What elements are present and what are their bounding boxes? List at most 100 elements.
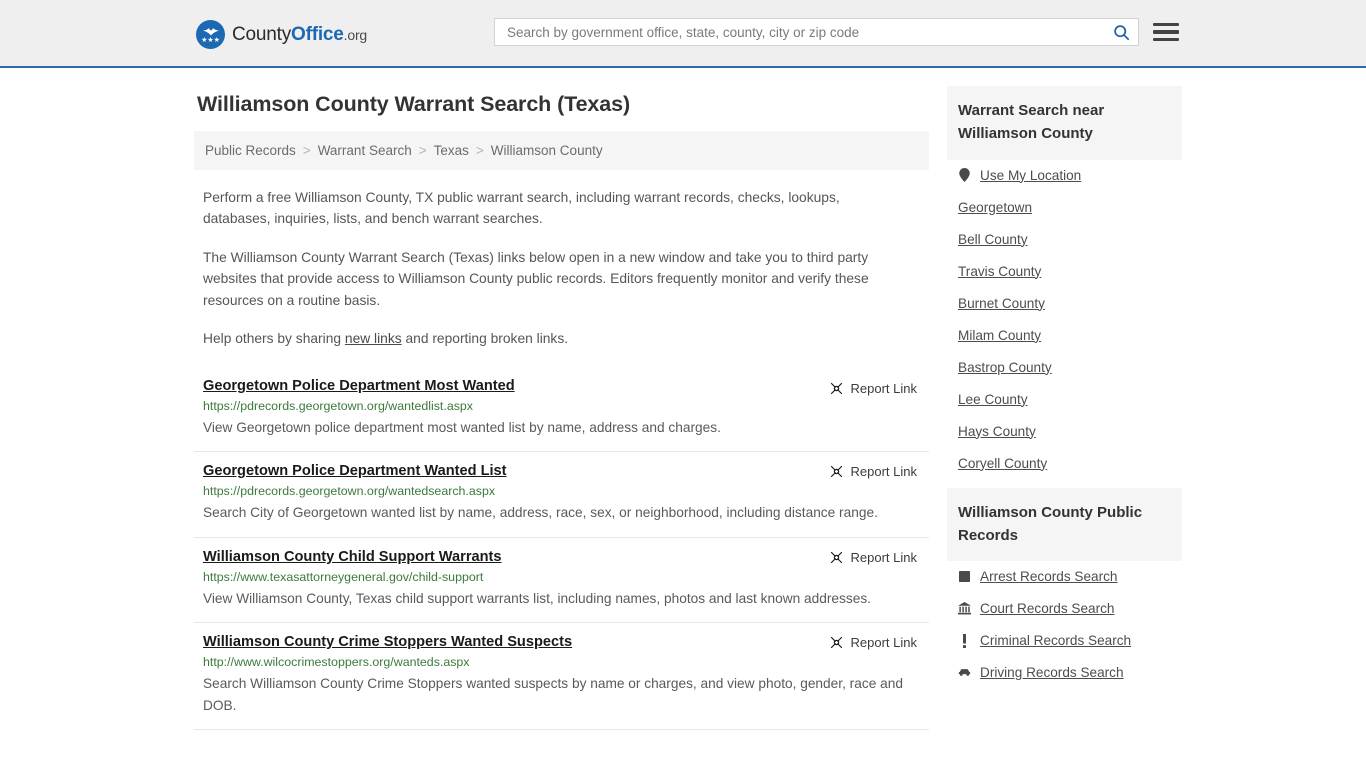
sidebar-item-bastrop-county[interactable]: Bastrop County bbox=[958, 360, 1182, 375]
public-records-card: Williamson County Public Records Arrest … bbox=[947, 487, 1182, 680]
hamburger-bar bbox=[1153, 37, 1179, 42]
result-item: Williamson County Child Support Warrants… bbox=[194, 538, 929, 623]
report-link-button[interactable]: Report Link bbox=[829, 381, 917, 396]
page-title: Williamson County Warrant Search (Texas) bbox=[197, 92, 631, 116]
sidebar-link-label[interactable]: Coryell County bbox=[958, 456, 1047, 471]
result-title-link[interactable]: Williamson County Crime Stoppers Wanted … bbox=[203, 634, 572, 650]
hamburger-bar bbox=[1153, 30, 1179, 34]
logo-text-org: .org bbox=[343, 26, 368, 43]
broken-link-icon bbox=[830, 636, 842, 648]
report-link-label: Report Link bbox=[850, 464, 917, 480]
search-input[interactable] bbox=[505, 23, 1110, 41]
sidebar-item-criminal-records-search[interactable]: Criminal Records Search bbox=[958, 633, 1182, 648]
result-url: https://pdrecords.georgetown.org/wantedl… bbox=[203, 399, 473, 414]
eagle-icon bbox=[202, 28, 219, 36]
nearby-warrant-search-card: Warrant Search near Williamson County Us… bbox=[947, 86, 1182, 471]
breadcrumb: Public Records > Warrant Search > Texas … bbox=[194, 131, 929, 170]
sidebar-item-georgetown[interactable]: Georgetown bbox=[958, 200, 1182, 215]
broken-link-icon bbox=[830, 383, 842, 395]
report-link-button[interactable]: Report Link bbox=[829, 635, 917, 650]
sidebar-item-coryell-county[interactable]: Coryell County bbox=[958, 456, 1182, 471]
sidebar-link-label[interactable]: Bell County bbox=[958, 232, 1028, 247]
result-description: View Georgetown police department most w… bbox=[203, 420, 721, 436]
breadcrumb-separator: > bbox=[418, 143, 427, 158]
exclamation-icon bbox=[958, 633, 971, 648]
sidebar-item-bell-county[interactable]: Bell County bbox=[958, 232, 1182, 247]
result-item: Georgetown Police Department Wanted List… bbox=[194, 452, 929, 538]
sidebar-link-label[interactable]: Arrest Records Search bbox=[980, 569, 1118, 584]
report-link-label: Report Link bbox=[850, 381, 917, 397]
sidebar-link-label[interactable]: Hays County bbox=[958, 424, 1036, 439]
intro-text: Perform a free Williamson County, TX pub… bbox=[194, 187, 929, 349]
sidebar-link-label[interactable]: Milam County bbox=[958, 328, 1041, 343]
sidebar-link-label[interactable]: Use My Location bbox=[980, 168, 1081, 183]
result-item: Georgetown Police Department Most Wanted… bbox=[194, 369, 929, 453]
breadcrumb-separator: > bbox=[475, 143, 484, 158]
sidebar-link-label[interactable]: Criminal Records Search bbox=[980, 633, 1131, 648]
result-url: https://pdrecords.georgetown.org/wanteds… bbox=[203, 484, 496, 499]
new-links-link[interactable]: new links bbox=[345, 331, 402, 346]
nearby-list: Use My Location Georgetown Bell County T… bbox=[947, 160, 1182, 471]
county-office-seal-icon: ★★★ bbox=[196, 20, 225, 49]
main-column: Williamson County Warrant Search (Texas)… bbox=[194, 68, 929, 731]
breadcrumb-item-warrant-search[interactable]: Warrant Search bbox=[318, 143, 412, 158]
sidebar-item-travis-county[interactable]: Travis County bbox=[958, 264, 1182, 279]
broken-link-icon bbox=[830, 551, 842, 563]
fingerprint-icon bbox=[958, 570, 971, 584]
map-pin-icon bbox=[958, 168, 971, 182]
result-description: Search City of Georgetown wanted list by… bbox=[203, 505, 878, 521]
sidebar-item-burnet-county[interactable]: Burnet County bbox=[958, 296, 1182, 311]
intro-paragraph-3: Help others by sharing new links and rep… bbox=[203, 328, 903, 349]
result-description: Search Williamson County Crime Stoppers … bbox=[203, 675, 903, 713]
intro-p3-after: and reporting broken links. bbox=[401, 330, 569, 346]
intro-paragraph-2: The Williamson County Warrant Search (Te… bbox=[203, 249, 869, 308]
sidebar-link-label[interactable]: Travis County bbox=[958, 264, 1041, 279]
sidebar-link-label[interactable]: Court Records Search bbox=[980, 601, 1114, 616]
sidebar-item-arrest-records-search[interactable]: Arrest Records Search bbox=[958, 569, 1182, 584]
stars-icon: ★★★ bbox=[201, 37, 220, 44]
report-link-label: Report Link bbox=[850, 634, 917, 650]
breadcrumb-item-public-records[interactable]: Public Records bbox=[205, 143, 296, 158]
public-records-heading: Williamson County Public Records bbox=[947, 487, 1182, 561]
logo-text-county: County bbox=[232, 23, 292, 45]
header-search-area bbox=[494, 18, 1179, 46]
sidebar-item-use-my-location[interactable]: Use My Location bbox=[958, 168, 1182, 183]
sidebar-item-milam-county[interactable]: Milam County bbox=[958, 328, 1182, 343]
sidebar-item-court-records-search[interactable]: Court Records Search bbox=[958, 601, 1182, 616]
results-list: Georgetown Police Department Most Wanted… bbox=[194, 369, 929, 731]
page-body: Williamson County Warrant Search (Texas)… bbox=[0, 68, 1366, 731]
public-records-list: Arrest Records Search Court Records Sear… bbox=[947, 561, 1182, 680]
sidebar-link-label[interactable]: Driving Records Search bbox=[980, 665, 1124, 680]
sidebar-item-hays-county[interactable]: Hays County bbox=[958, 424, 1182, 439]
sidebar-link-label[interactable]: Burnet County bbox=[958, 296, 1045, 311]
sidebar-link-label[interactable]: Lee County bbox=[958, 392, 1028, 407]
search-box[interactable] bbox=[494, 18, 1139, 46]
result-title-link[interactable]: Georgetown Police Department Wanted List bbox=[203, 463, 507, 479]
sidebar-item-driving-records-search[interactable]: Driving Records Search bbox=[958, 665, 1182, 680]
intro-paragraph-1: Perform a free Williamson County, TX pub… bbox=[203, 190, 840, 227]
breadcrumb-separator: > bbox=[302, 143, 311, 158]
nearby-card-heading: Warrant Search near Williamson County bbox=[947, 86, 1182, 160]
sidebar: Warrant Search near Williamson County Us… bbox=[947, 68, 1182, 730]
result-title-link[interactable]: Williamson County Child Support Warrants bbox=[203, 549, 502, 565]
result-url: https://www.texasattorneygeneral.gov/chi… bbox=[203, 569, 484, 584]
sidebar-link-label[interactable]: Bastrop County bbox=[958, 360, 1052, 375]
sidebar-item-lee-county[interactable]: Lee County bbox=[958, 392, 1182, 407]
search-icon bbox=[1113, 24, 1129, 40]
site-logo[interactable]: ★★★ CountyOffice.org bbox=[196, 20, 367, 49]
logo-wordmark: CountyOffice.org bbox=[232, 24, 367, 46]
breadcrumb-item-texas[interactable]: Texas bbox=[434, 143, 469, 158]
search-button[interactable] bbox=[1110, 21, 1132, 43]
breadcrumb-item-williamson-county[interactable]: Williamson County bbox=[491, 143, 603, 158]
sidebar-link-label[interactable]: Georgetown bbox=[958, 200, 1032, 215]
result-item: Williamson County Crime Stoppers Wanted … bbox=[194, 623, 929, 731]
broken-link-icon bbox=[830, 466, 842, 478]
result-url: http://www.wilcocrimestoppers.org/wanted… bbox=[203, 654, 470, 669]
menu-button[interactable] bbox=[1153, 22, 1179, 42]
result-title-link[interactable]: Georgetown Police Department Most Wanted bbox=[203, 378, 515, 394]
report-link-label: Report Link bbox=[850, 549, 917, 565]
report-link-button[interactable]: Report Link bbox=[829, 550, 917, 565]
courthouse-icon bbox=[958, 602, 971, 616]
intro-p3-before: Help others by sharing bbox=[203, 330, 345, 346]
report-link-button[interactable]: Report Link bbox=[829, 464, 917, 479]
